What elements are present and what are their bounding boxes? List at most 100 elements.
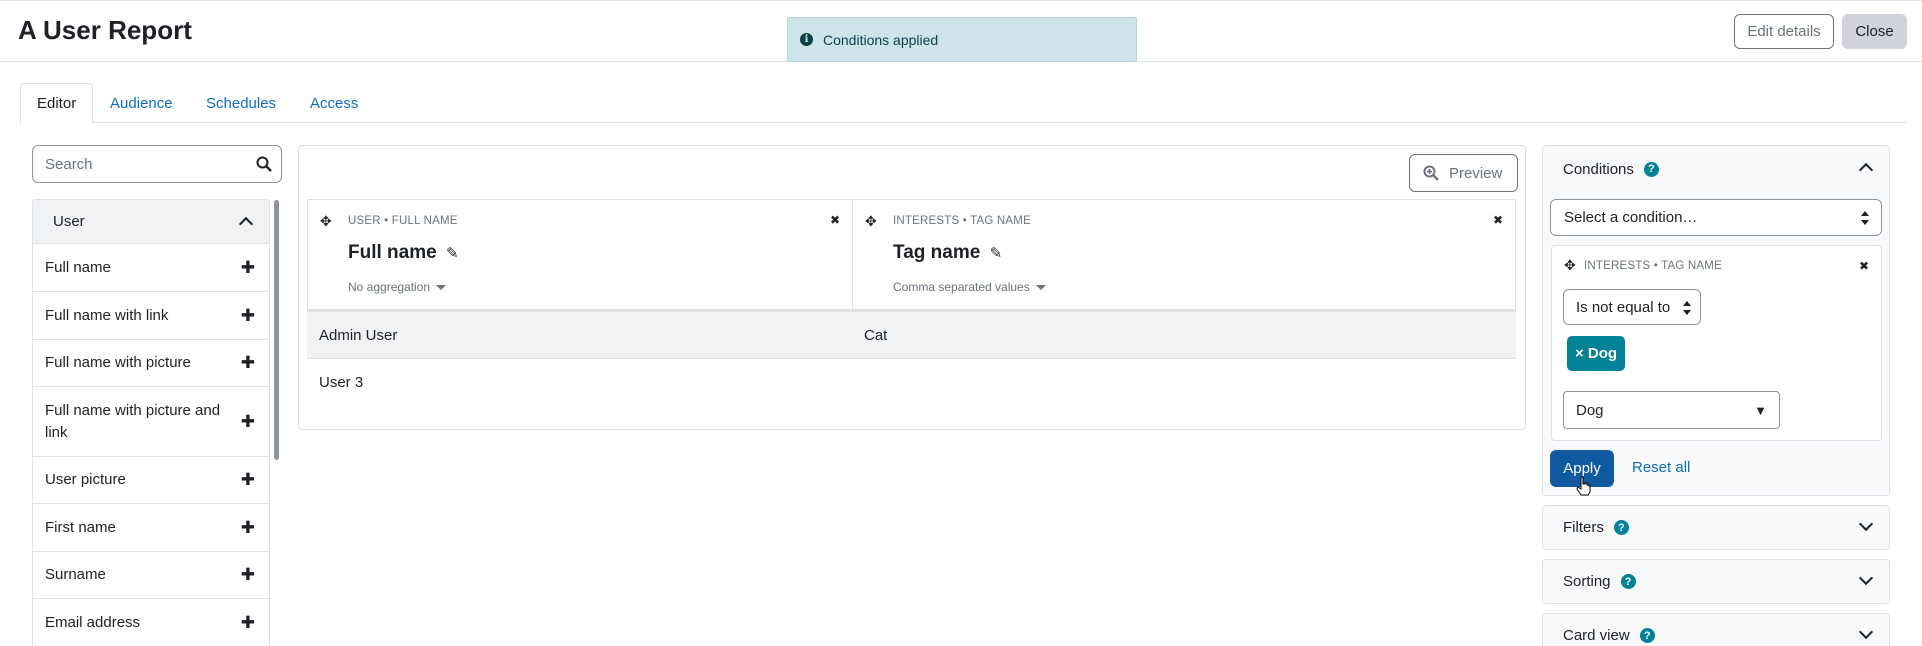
tab-schedules[interactable]: Schedules xyxy=(190,83,292,123)
aggregation-select[interactable]: Comma separated values xyxy=(893,280,1046,294)
aggregation-label: No aggregation xyxy=(348,280,431,294)
aggregation-label: Comma separated values xyxy=(893,280,1030,294)
close-button[interactable]: Close xyxy=(1842,14,1907,49)
plus-icon[interactable]: ✚ xyxy=(241,564,255,586)
table-cell: Admin User xyxy=(319,326,398,344)
sidebar-item-label: Full name with picture xyxy=(45,354,191,371)
sidebar-item-label: Surname xyxy=(45,566,106,583)
plus-icon[interactable]: ✚ xyxy=(241,411,255,433)
close-icon[interactable]: ✖ xyxy=(1493,213,1503,227)
tab-audience[interactable]: Audience xyxy=(94,83,189,123)
table-row: Admin User Cat xyxy=(307,310,1516,359)
search-icon[interactable] xyxy=(256,156,272,176)
panel-title: Filters xyxy=(1563,519,1604,536)
column-source: INTERESTS • TAG NAME xyxy=(893,215,1031,227)
sidebar-scrollbar[interactable] xyxy=(274,200,279,460)
pencil-icon[interactable]: ✎ xyxy=(446,245,459,262)
condition-select[interactable]: Select a condition… xyxy=(1550,199,1882,236)
sidebar-item-label: Email address xyxy=(45,613,141,631)
preview-label: Preview xyxy=(1449,164,1503,182)
help-icon[interactable]: ? xyxy=(1613,520,1629,535)
panel-title: Sorting xyxy=(1563,573,1611,590)
caret-down-icon xyxy=(1035,285,1046,291)
aggregation-select[interactable]: No aggregation xyxy=(348,280,447,294)
plus-icon[interactable]: ✚ xyxy=(241,257,255,279)
tab-access[interactable]: Access xyxy=(294,83,374,123)
column-title-text: Full name xyxy=(348,242,437,263)
sidebar-item-label: First name xyxy=(45,518,116,536)
selected-tag-badge[interactable]: × Dog xyxy=(1567,336,1625,371)
caret-down-icon xyxy=(436,285,447,291)
plus-icon[interactable]: ✚ xyxy=(241,469,255,491)
sorting-header[interactable]: Sorting ? xyxy=(1543,560,1889,603)
toast-notification: i Conditions applied xyxy=(787,17,1137,62)
help-icon[interactable]: ? xyxy=(1639,628,1655,643)
sidebar-item-full-name-with-link[interactable]: Full name with link ✚ xyxy=(33,292,269,340)
sidebar-item-email-address[interactable]: Email address ✚ xyxy=(33,599,269,646)
operator-select[interactable]: Is not equal to xyxy=(1563,289,1701,325)
reset-all-link[interactable]: Reset all xyxy=(1632,459,1690,476)
column-header-full-name: ✥ USER • FULL NAME ✖ Full name ✎ No aggr… xyxy=(307,199,853,310)
sidebar-item-label: Full name xyxy=(45,258,111,276)
sidebar-group-header[interactable]: User xyxy=(33,200,269,244)
search-placeholder: Search xyxy=(45,155,93,173)
help-icon[interactable]: ? xyxy=(1643,161,1659,177)
close-icon[interactable]: ✖ xyxy=(1859,259,1869,273)
edit-details-button[interactable]: Edit details xyxy=(1734,14,1834,49)
sidebar-item-user-picture[interactable]: User picture ✚ xyxy=(33,457,269,504)
chevron-up-icon[interactable] xyxy=(238,216,254,232)
card-view-panel[interactable]: Card view ? xyxy=(1542,613,1890,646)
column-title[interactable]: Tag name ✎ xyxy=(893,242,1002,264)
toast-message: Conditions applied xyxy=(823,31,939,48)
filters-header[interactable]: Filters ? xyxy=(1543,506,1889,549)
close-icon[interactable]: ✖ xyxy=(830,213,840,227)
sidebar-item-label: User picture xyxy=(45,471,126,488)
search-input[interactable]: Search xyxy=(32,145,282,183)
preview-button[interactable]: Preview xyxy=(1409,154,1518,192)
hand-cursor-icon xyxy=(1576,476,1592,500)
chevron-up-icon[interactable] xyxy=(1858,162,1874,178)
chevron-down-icon[interactable] xyxy=(1858,516,1874,532)
sidebar-item-label: Full name with picture and link xyxy=(45,401,221,441)
sidebar-item-full-name-with-picture[interactable]: Full name with picture ✚ xyxy=(33,340,269,387)
tab-editor[interactable]: Editor xyxy=(20,83,94,124)
sidebar-item-full-name-with-picture-and-link[interactable]: Full name with picture and link ✚ xyxy=(33,387,269,457)
sidebar-item-full-name[interactable]: Full name ✚ xyxy=(33,244,269,292)
help-icon[interactable]: ? xyxy=(1620,574,1636,589)
table-cell: User 3 xyxy=(319,373,364,391)
sidebar-item-label: Full name with link xyxy=(45,306,169,324)
plus-icon[interactable]: ✚ xyxy=(241,517,255,539)
sidebar-user-group: User Full name ✚ Full name with link ✚ F… xyxy=(32,199,270,646)
conditions-header[interactable]: Conditions ? xyxy=(1543,146,1889,192)
column-title-text: Tag name xyxy=(893,242,981,263)
column-header-tag-name: ✥ INTERESTS • TAG NAME ✖ Tag name ✎ Comm… xyxy=(852,199,1516,310)
card-view-header[interactable]: Card view ? xyxy=(1543,614,1889,646)
sidebar-item-surname[interactable]: Surname ✚ xyxy=(33,552,269,599)
plus-icon[interactable]: ✚ xyxy=(241,305,255,327)
updown-arrows-icon xyxy=(1683,301,1691,315)
zoom-icon xyxy=(1423,165,1439,181)
panel-title: Conditions xyxy=(1563,160,1634,178)
plus-icon[interactable]: ✚ xyxy=(241,352,255,374)
table-row: User 3 xyxy=(307,358,1516,406)
plus-icon[interactable]: ✚ xyxy=(241,612,255,634)
filters-panel[interactable]: Filters ? xyxy=(1542,505,1890,550)
pencil-icon[interactable]: ✎ xyxy=(990,245,1003,262)
table-cell: Cat xyxy=(864,326,888,344)
chevron-down-icon[interactable] xyxy=(1858,624,1874,640)
operator-value: Is not equal to xyxy=(1576,298,1671,316)
move-icon[interactable]: ✥ xyxy=(865,213,877,230)
condition-source: INTERESTS • TAG NAME xyxy=(1584,260,1722,272)
panel-title: Card view xyxy=(1563,627,1630,644)
info-icon: i xyxy=(800,33,813,46)
sorting-panel[interactable]: Sorting ? xyxy=(1542,559,1890,604)
sidebar-item-first-name[interactable]: First name ✚ xyxy=(33,504,269,552)
tab-bar: Editor Audience Schedules Access xyxy=(20,83,1906,124)
column-title[interactable]: Full name ✎ xyxy=(348,242,459,264)
value-select[interactable]: Dog ▼ xyxy=(1563,391,1780,429)
move-icon[interactable]: ✥ xyxy=(1564,257,1576,274)
move-icon[interactable]: ✥ xyxy=(320,213,332,230)
value-select-value: Dog xyxy=(1576,401,1604,419)
chevron-down-icon[interactable] xyxy=(1858,570,1874,586)
dropdown-arrow-icon: ▼ xyxy=(1754,403,1767,418)
